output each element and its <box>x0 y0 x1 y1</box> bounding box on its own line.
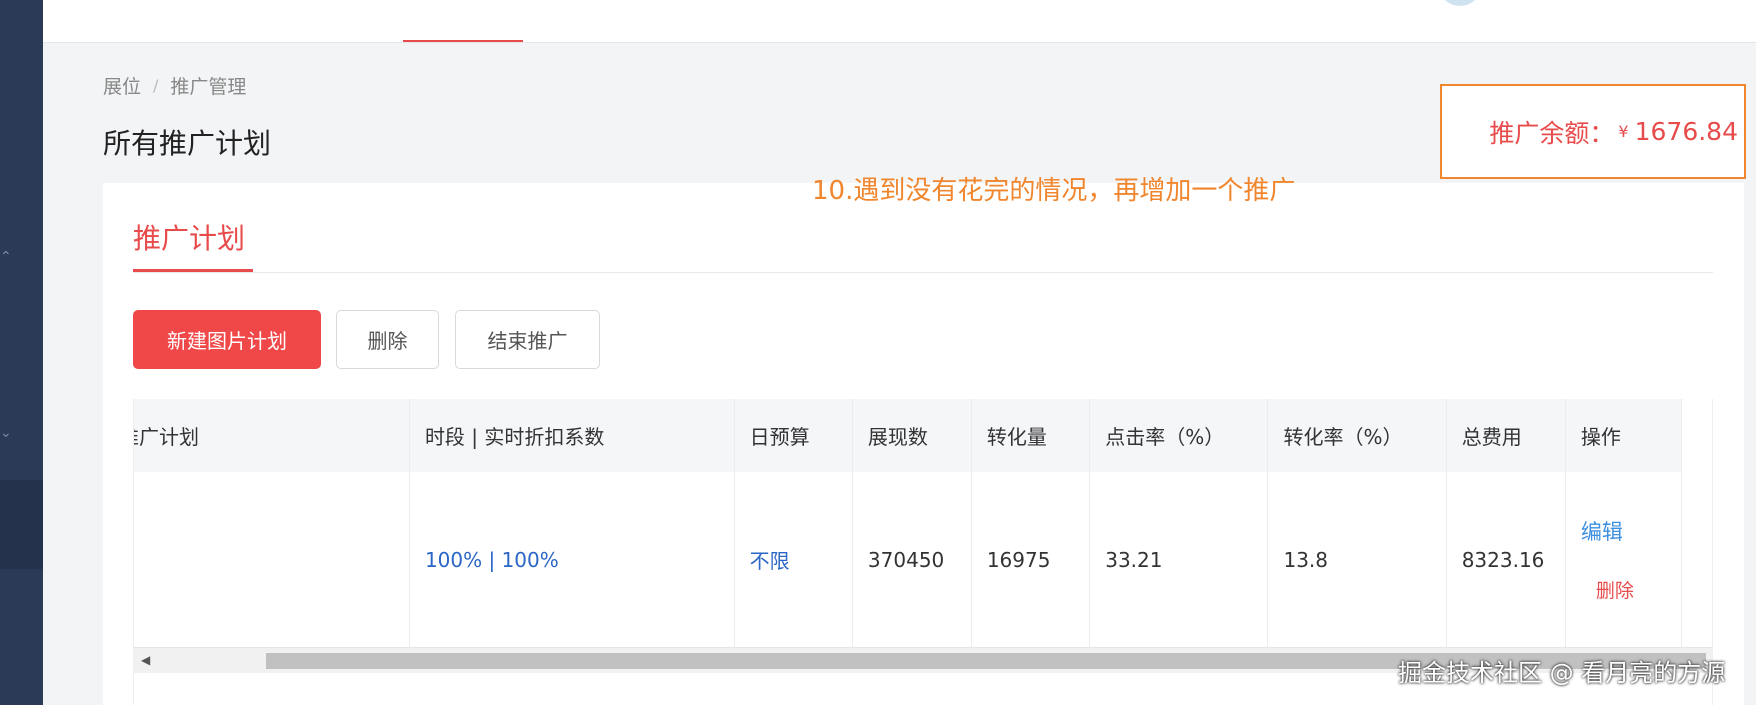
triangle-left-icon[interactable]: ◀ <box>141 653 150 667</box>
cell-impressions: 370450 <box>852 472 972 649</box>
plan-card: 推广计划 新建图片计划 删除 结束推广 推广计划 时段 | 实时折扣系数 日预算… <box>103 183 1744 705</box>
cell-ctr: 33.21 <box>1089 472 1269 649</box>
chevron-down-icon[interactable]: ⌄ <box>0 426 14 440</box>
top-bar <box>43 0 1756 43</box>
breadcrumb: 展位 / 推广管理 <box>103 72 246 99</box>
cell-actions: 编辑 删除 <box>1565 472 1683 649</box>
annotation-note: 10.遇到没有花完的情况，再增加一个推广 <box>812 176 1296 206</box>
cell-plan <box>134 472 410 649</box>
end-promotion-button[interactable]: 结束推广 <box>455 310 600 369</box>
col-cost: 总费用 <box>1446 399 1566 472</box>
col-conversions: 转化量 <box>971 399 1091 472</box>
breadcrumb-separator: / <box>153 76 159 95</box>
table-row: 100% | 100% 不限 370450 16975 33.21 13.8 8… <box>134 472 1683 649</box>
balance-amount: 1676.84 <box>1634 117 1738 146</box>
cell-cvr: 13.8 <box>1267 472 1447 649</box>
col-cvr: 转化率（%） <box>1267 399 1447 472</box>
delete-link[interactable]: 删除 <box>1581 576 1681 603</box>
col-impressions: 展现数 <box>852 399 972 472</box>
col-period: 时段 | 实时折扣系数 <box>409 399 735 472</box>
sidebar: ⌃ ⌄ <box>0 0 43 705</box>
cell-budget[interactable]: 不限 <box>734 472 853 649</box>
tab-plans[interactable]: 推广计划 <box>133 217 245 257</box>
cell-conversions: 16975 <box>971 472 1091 649</box>
divider <box>133 272 1713 273</box>
create-image-plan-button[interactable]: 新建图片计划 <box>133 310 321 369</box>
breadcrumb-current: 推广管理 <box>170 76 247 98</box>
col-ctr: 点击率（%） <box>1089 399 1269 472</box>
col-budget: 日预算 <box>734 399 853 472</box>
active-nav-underline <box>403 40 523 42</box>
chevron-up-icon[interactable]: ⌃ <box>0 250 14 264</box>
col-plan: 推广计划 <box>134 399 410 472</box>
balance-label: 推广余额： <box>1489 118 1615 148</box>
delete-button[interactable]: 删除 <box>336 310 439 369</box>
cell-cost: 8323.16 <box>1446 472 1566 649</box>
sidebar-active-item[interactable] <box>0 480 43 569</box>
breadcrumb-root[interactable]: 展位 <box>103 72 141 99</box>
watermark: 掘金技术社区 @ 看月亮的方源 <box>1398 659 1726 687</box>
edit-link[interactable]: 编辑 <box>1581 516 1681 546</box>
cell-period[interactable]: 100% | 100% <box>409 472 735 649</box>
avatar[interactable] <box>1440 0 1480 6</box>
col-actions: 操作 <box>1565 399 1683 472</box>
balance-box: 推广余额： ¥ 1676.84 <box>1440 84 1746 179</box>
page-title: 所有推广计划 <box>103 127 272 160</box>
currency-symbol: ¥ <box>1618 122 1629 141</box>
table-header: 推广计划 时段 | 实时折扣系数 日预算 展现数 转化量 点击率（%） 转化率（… <box>134 399 1683 472</box>
